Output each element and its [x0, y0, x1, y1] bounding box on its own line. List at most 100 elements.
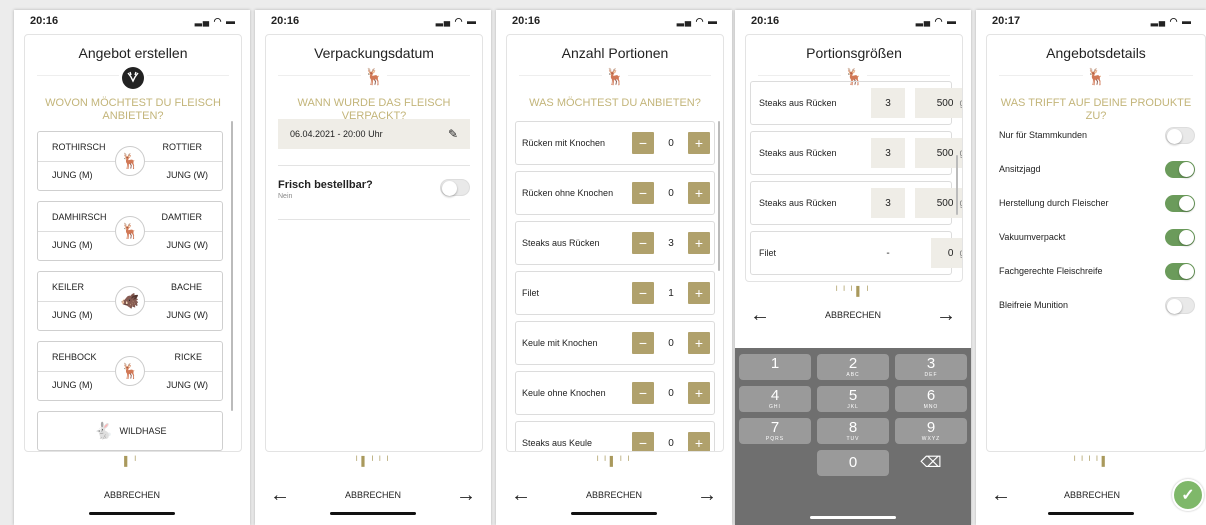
back-arrow-icon[interactable]: ← — [510, 484, 532, 507]
edit-pencil-icon[interactable]: ✎ — [448, 127, 458, 141]
status-bar: 20:16 ▂▄ ◠ ▬ — [14, 10, 250, 32]
key-digit: 7 — [770, 419, 780, 436]
detail-row: Bleifreie Munition — [999, 293, 1195, 317]
species-young-male-label[interactable]: JUNG (M) — [52, 310, 93, 320]
species-male-label[interactable]: REHBOCK — [52, 352, 97, 362]
key-3[interactable]: 3 DEF — [895, 354, 967, 380]
species-young-male-label[interactable]: JUNG (M) — [52, 170, 93, 180]
species-card-wildhase[interactable]: 🐇 WILDHASE — [37, 411, 223, 451]
backspace-key[interactable]: ⌫ — [895, 450, 967, 476]
key-5[interactable]: 5 JKL — [817, 386, 889, 412]
weight-value: 0 — [947, 247, 954, 259]
detail-label: Vakuumverpackt — [999, 232, 1066, 242]
screen-verpackungsdatum: 20:16 ▂▄ ◠ ▬ Verpackungsdatum 🦌 WANN WUR… — [255, 10, 491, 525]
key-2[interactable]: 2 ABC — [817, 354, 889, 380]
decrement-button[interactable]: − — [632, 132, 654, 154]
key-1[interactable]: 1 — [739, 354, 811, 380]
species-young-male-label[interactable]: JUNG (M) — [52, 240, 93, 250]
detail-toggle[interactable] — [1165, 228, 1195, 246]
increment-button[interactable]: + — [688, 132, 710, 154]
deer-logo-icon: 🦌 — [602, 65, 628, 89]
numeric-keypad: 1 2 ABC 3 DEF 4 GHI 5 JKL 6 MNO 7 PQRS 8 TUV 9W… — [735, 348, 971, 525]
page-title: Portionsgrößen — [806, 45, 902, 61]
key-0[interactable]: 0 — [817, 450, 889, 476]
decrement-button[interactable]: − — [632, 332, 654, 354]
frisch-toggle[interactable] — [440, 179, 470, 196]
status-icons: ▂▄ ◠ ▬ — [915, 15, 957, 26]
species-male-label[interactable]: KEILER — [52, 282, 84, 292]
species-young-female-label[interactable]: JUNG (W) — [167, 170, 209, 180]
deer-badge-icon — [119, 65, 147, 91]
weight-value: 500 — [936, 97, 954, 109]
page-title: Anzahl Portionen — [561, 45, 669, 61]
key-8[interactable]: 8 TUV — [817, 418, 889, 444]
status-icons: ▂▄ ◠ ▬ — [1150, 15, 1192, 26]
confirm-check-icon[interactable]: ✓ — [1172, 479, 1204, 511]
detail-toggle[interactable] — [1165, 160, 1195, 178]
cancel-button[interactable]: ABBRECHEN — [50, 490, 214, 500]
species-card-rothirsch[interactable]: ROTHIRSCH ROTTIER JUNG (M) JUNG (W) 🦌 — [37, 131, 223, 191]
portion-count: 3 — [668, 237, 674, 249]
weight-input[interactable]: 500 g — [915, 88, 962, 118]
species-young-female-label[interactable]: JUNG (W) — [167, 380, 209, 390]
species-female-label[interactable]: RICKE — [174, 352, 202, 362]
back-arrow-icon[interactable]: ← — [269, 484, 291, 507]
key-letters: ABC — [846, 372, 860, 378]
detail-toggle[interactable] — [1165, 126, 1195, 144]
date-field[interactable]: 06.04.2021 - 20:00 Uhr ✎ — [278, 119, 470, 149]
key-6[interactable]: 6 MNO — [895, 386, 967, 412]
species-female-label[interactable]: ROTTIER — [163, 142, 203, 152]
increment-button[interactable]: + — [688, 182, 710, 204]
weight-input-active[interactable]: 0g — [931, 238, 962, 268]
portion-label: Keule mit Knochen — [522, 338, 598, 348]
species-female-label[interactable]: DAMTIER — [162, 212, 203, 222]
cancel-button[interactable]: ABBRECHEN — [532, 490, 696, 500]
scrollbar[interactable] — [956, 155, 958, 215]
cancel-button[interactable]: ABBRECHEN — [771, 310, 935, 320]
species-card-damhirsch[interactable]: DAMHIRSCH DAMTIER JUNG (M) JUNG (W) 🦌 — [37, 201, 223, 261]
size-label: Steaks aus Rücken — [759, 198, 837, 208]
key-digit: 2 — [848, 355, 858, 372]
size-label: Steaks aus Rücken — [759, 148, 837, 158]
decrement-button[interactable]: − — [632, 232, 654, 254]
back-arrow-icon[interactable]: ← — [990, 484, 1012, 507]
scrollbar[interactable] — [231, 121, 233, 411]
increment-button[interactable]: + — [688, 382, 710, 404]
species-male-label[interactable]: DAMHIRSCH — [52, 212, 107, 222]
key-4[interactable]: 4 GHI — [739, 386, 811, 412]
species-card-keiler[interactable]: KEILER BACHE JUNG (M) JUNG (W) 🐗 — [37, 271, 223, 331]
portion-label: Steaks aus Keule — [522, 438, 593, 448]
decrement-button[interactable]: − — [632, 282, 654, 304]
species-young-male-label[interactable]: JUNG (M) — [52, 380, 93, 390]
decrement-button[interactable]: − — [632, 382, 654, 404]
species-young-female-label[interactable]: JUNG (W) — [167, 310, 209, 320]
forward-arrow-icon[interactable]: → — [935, 304, 957, 327]
page-subtitle: WAS MÖCHTEST DU ANBIETEN? — [529, 97, 701, 109]
detail-toggle[interactable] — [1165, 262, 1195, 280]
forward-arrow-icon[interactable]: → — [696, 484, 718, 507]
increment-button[interactable]: + — [688, 332, 710, 354]
key-digit: 0 — [848, 454, 858, 471]
key-7[interactable]: 7 PQRS — [739, 418, 811, 444]
species-female-label[interactable]: BACHE — [171, 282, 202, 292]
increment-button[interactable]: + — [688, 432, 710, 451]
forward-arrow-icon[interactable]: → — [455, 484, 477, 507]
cancel-button[interactable]: ABBRECHEN — [1012, 490, 1172, 500]
increment-button[interactable]: + — [688, 282, 710, 304]
portion-row: Rücken ohne Knochen − 0 + — [515, 171, 715, 215]
cancel-button[interactable]: ABBRECHEN — [291, 490, 455, 500]
back-arrow-icon[interactable]: ← — [749, 304, 771, 327]
decrement-button[interactable]: − — [632, 432, 654, 451]
portion-label: Rücken ohne Knochen — [522, 188, 614, 198]
detail-toggle[interactable] — [1165, 296, 1195, 314]
species-young-female-label[interactable]: JUNG (W) — [167, 240, 209, 250]
bottom-nav: ← ABBRECHEN → — [496, 480, 732, 510]
key-digit: 5 — [848, 387, 858, 404]
scrollbar[interactable] — [718, 121, 720, 271]
species-card-rehbock[interactable]: REHBOCK RICKE JUNG (M) JUNG (W) 🦌 — [37, 341, 223, 401]
decrement-button[interactable]: − — [632, 182, 654, 204]
increment-button[interactable]: + — [688, 232, 710, 254]
species-male-label[interactable]: ROTHIRSCH — [52, 142, 106, 152]
key-9[interactable]: 9 WXYZ — [895, 418, 967, 444]
detail-toggle[interactable] — [1165, 194, 1195, 212]
